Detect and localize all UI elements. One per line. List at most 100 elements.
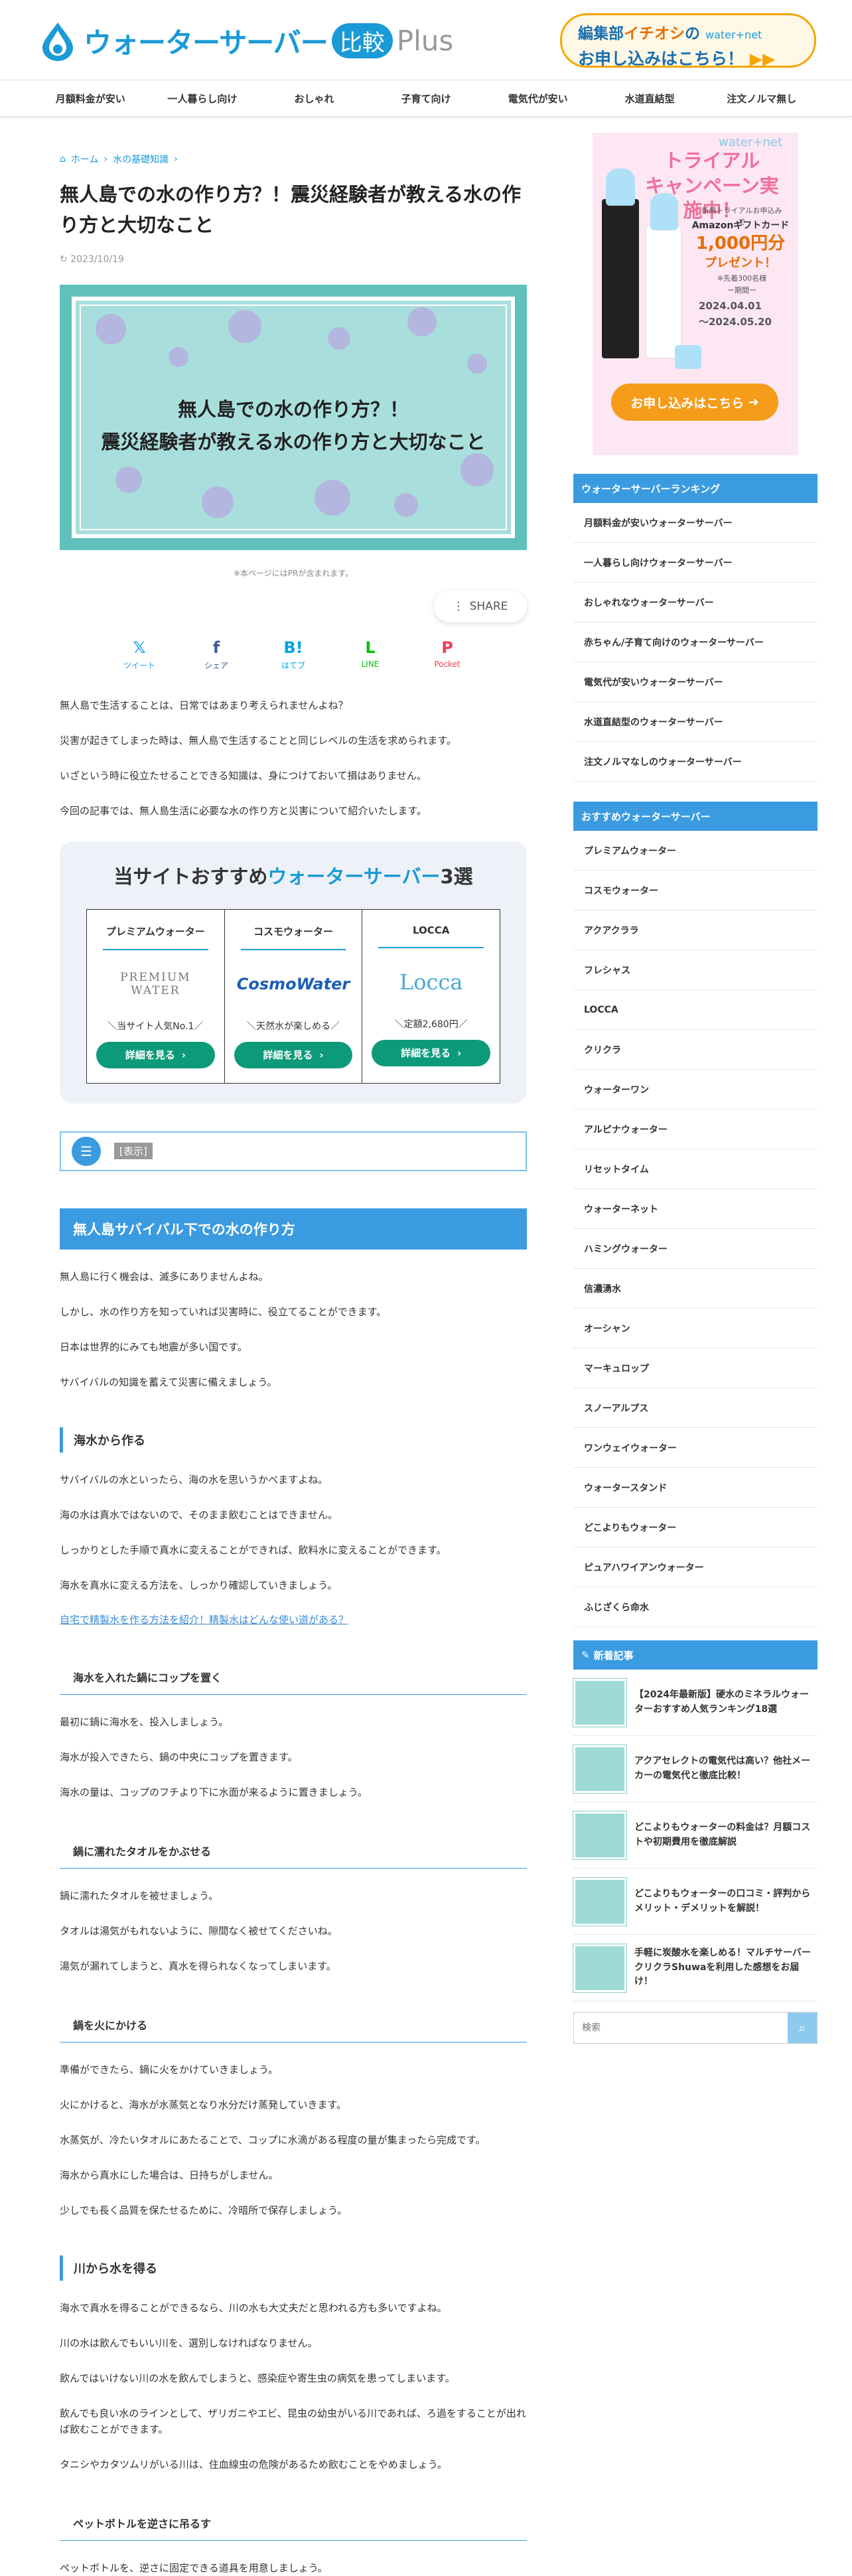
recommend-link[interactable]: ふじざくら命水 — [573, 1587, 817, 1627]
x-icon: 𝕏 — [133, 638, 146, 657]
share-button[interactable]: ⋮ SHARE — [434, 591, 527, 622]
chevron-right-icon: › — [104, 154, 108, 165]
ranking-link[interactable]: 注文ノルマなしのウォーターサーバー — [573, 742, 817, 782]
ranking-link[interactable]: おしゃれなウォーターサーバー — [573, 583, 817, 622]
ranking-link[interactable]: 一人暮らし向けウォーターサーバー — [573, 543, 817, 583]
recommend-link[interactable]: フレシャス — [573, 950, 817, 990]
nav-item-no-quota[interactable]: 注文ノルマ無し — [705, 92, 817, 106]
recommend-link[interactable]: コスモウォーター — [573, 871, 817, 910]
recommend-link[interactable]: ウォーターワン — [573, 1070, 817, 1109]
new-post-item[interactable]: 手軽に炭酸水を楽しめる！マルチサーバー クリクラShuwaを利用した感想をお届け… — [573, 1935, 817, 2001]
breadcrumb-home[interactable]: ホーム — [71, 153, 99, 166]
bubble-decoration — [96, 313, 126, 344]
sidebar: water+net トライアル キャンペーン実施中！ 新規トライアルお申込みで A… — [573, 133, 817, 2044]
recommend-link[interactable]: 信濃湧水 — [573, 1269, 817, 1309]
share-icon: ⋮ — [453, 599, 464, 613]
ranking-widget-title: ウォーターサーバーランキング — [573, 474, 817, 503]
nav-item-single[interactable]: 一人暮らし向け — [147, 92, 259, 106]
paragraph: 鍋に濡れたタオルを被せましょう。 — [60, 1889, 219, 1902]
banner-date-1: 2024.04.01 — [699, 300, 762, 312]
related-article-link[interactable]: 自宅で精製水を作る方法を紹介！精製水はどんな使い道がある？ — [60, 1612, 527, 1626]
recommend-link[interactable]: ウォーターネット — [573, 1189, 817, 1229]
banner-text-a: 編集部 — [578, 25, 624, 42]
paragraph: 海の水は真水ではないので、そのまま飲むことはできません。 — [60, 1508, 338, 1521]
update-icon: ↻ — [60, 253, 71, 265]
paragraph: しかし、水の作り方を知っていれば災害時に、役立てることができます。 — [60, 1305, 387, 1318]
bubble-decoration — [202, 486, 234, 518]
detail-button[interactable]: 詳細を見る › — [234, 1041, 353, 1068]
nav-item-stylish[interactable]: おしゃれ — [258, 92, 370, 106]
recommend-title-b: ウォーターサーバー — [267, 865, 441, 888]
toc-toggle[interactable]: [表示] — [114, 1143, 153, 1160]
new-post-item[interactable]: どこよりもウォーターの口コミ・評判からメリット・デメリットを解説！ — [573, 1869, 817, 1935]
ranking-link[interactable]: 赤ちゃん/子育て向けのウォーターサーバー — [573, 622, 817, 662]
detail-button[interactable]: 詳細を見る › — [372, 1039, 491, 1066]
recommend-link[interactable]: ワンウェイウォーター — [573, 1428, 817, 1468]
recommend-link[interactable]: リセットタイム — [573, 1149, 817, 1189]
search-input[interactable] — [574, 2013, 788, 2043]
recommend-box: 当サイトおすすめウォーターサーバー3選 プレミアムウォーター PREMIUM W… — [60, 841, 527, 1104]
recommend-link[interactable]: マーキュロップ — [573, 1348, 817, 1388]
global-nav: 月額料金が安い 一人暮らし向け おしゃれ 子育て向け 電気代が安い 水道直結型 … — [0, 80, 852, 117]
banner-gift-note: ※先着300名様 — [717, 274, 767, 283]
bubble-decoration — [115, 466, 142, 493]
ranking-link[interactable]: 電気代が安いウォーターサーバー — [573, 662, 817, 702]
recommend-link[interactable]: オーシャン — [573, 1309, 817, 1348]
banner-brand: water+net — [719, 135, 782, 149]
banner-apply-label: お申し込みはこちら — [630, 395, 745, 411]
recommend-link[interactable]: クリクラ — [573, 1030, 817, 1070]
facebook-share-button[interactable]: f シェア — [196, 638, 236, 671]
new-posts-title-text: 新着記事 — [593, 1649, 634, 1662]
campaign-banner[interactable]: water+net トライアル キャンペーン実施中！ 新規トライアルお申込みで A… — [593, 133, 798, 455]
facebook-icon: f — [212, 638, 220, 657]
pocket-label: Pocket — [434, 659, 461, 669]
recommend-link[interactable]: アルピナウォーター — [573, 1109, 817, 1149]
hatebu-label: はてブ — [281, 660, 305, 670]
recommend-link[interactable]: どこよりもウォーター — [573, 1508, 817, 1547]
ranking-link[interactable]: 水道直結型のウォーターサーバー — [573, 702, 817, 742]
header-campaign-banner[interactable]: 編集部イチオシの water+net お申し込みはこちら！ ▶▶ — [560, 13, 816, 68]
recommend-link[interactable]: ハミングウォーター — [573, 1229, 817, 1269]
breadcrumb-category[interactable]: 水の基礎知識 — [113, 153, 169, 166]
hatebu-button[interactable]: B! はてブ — [273, 638, 313, 671]
recommend-link[interactable]: プレミアムウォーター — [573, 831, 817, 871]
recommend-title-a: 当サイトおすすめ — [113, 865, 268, 888]
paragraph: 海水が投入できたら、鍋の中央にコップを置きます。 — [60, 1751, 298, 1763]
new-post-item[interactable]: どこよりもウォーターの料金は？月額コストや初期費用を徹底解説 — [573, 1802, 817, 1869]
chevron-right-icon: › — [319, 1048, 324, 1061]
share-label: SHARE — [469, 599, 508, 613]
recommend-link[interactable]: アクアクララ — [573, 910, 817, 950]
step-heading: 鍋に濡れたタオルをかぶせる — [60, 1837, 527, 1869]
search-button[interactable]: ⌕ — [788, 2013, 817, 2043]
recommend-link[interactable]: ピュアハワイアンウォーター — [573, 1547, 817, 1587]
new-post-title: 【2024年最新版】硬水のミネラルウォーターおすすめ人気ランキング18選 — [634, 1689, 809, 1715]
nav-item-childcare[interactable]: 子育て向け — [370, 92, 482, 106]
tweet-button[interactable]: 𝕏 ツイート — [119, 638, 159, 671]
recommend-link[interactable]: LOCCA — [573, 990, 817, 1030]
chevron-right-icon: › — [457, 1046, 462, 1059]
line-label: LINE — [361, 659, 380, 669]
breadcrumb: ⌂ ホーム › 水の基礎知識 › — [60, 153, 527, 166]
nav-item-direct[interactable]: 水道直結型 — [594, 92, 706, 106]
recommend-link[interactable]: ウォータースタンド — [573, 1468, 817, 1508]
paragraph: 飲んではいけない川の水を飲んでしまうと、感染症や寄生虫の病気を患ってしまいます。 — [60, 2372, 455, 2384]
new-post-item[interactable]: 【2024年最新版】硬水のミネラルウォーターおすすめ人気ランキング18選 — [573, 1670, 817, 1736]
banner-cta-text: お申し込みはこちら！ — [578, 49, 745, 68]
premium-water-logo: PREMIUM WATER — [96, 961, 215, 1007]
new-post-item[interactable]: アクアセレクトの電気代は高い？他社メーカーの電気代と徹底比較！ — [573, 1736, 817, 1802]
nav-item-electricity[interactable]: 電気代が安い — [482, 92, 594, 106]
intro-paragraph: 今回の記事では、無人島生活に必要な水の作り方と災害について紹介いたします。 — [60, 804, 427, 817]
ranking-link[interactable]: 月額料金が安いウォーターサーバー — [573, 503, 817, 543]
nav-item-cheap[interactable]: 月額料金が安い — [35, 92, 147, 106]
pocket-button[interactable]: P Pocket — [427, 638, 467, 671]
recommend-name: プレミアムウォーター — [103, 924, 208, 950]
site-logo[interactable]: ウォーターサーバー 比較 Plus — [37, 17, 453, 64]
logo-text: CosmoWater — [236, 974, 350, 993]
line-share-button[interactable]: L LINE — [350, 638, 390, 671]
detail-button[interactable]: 詳細を見る › — [96, 1041, 215, 1068]
recommend-link[interactable]: スノーアルプス — [573, 1388, 817, 1428]
table-of-contents[interactable]: ☰ [表示] — [60, 1131, 527, 1171]
subsection-heading: 川から水を得る — [60, 2255, 527, 2281]
banner-apply-button[interactable]: お申し込みはこちら ➜ — [611, 384, 778, 421]
new-post-title: どこよりもウォーターの口コミ・評判からメリット・デメリットを解説！ — [634, 1888, 811, 1914]
